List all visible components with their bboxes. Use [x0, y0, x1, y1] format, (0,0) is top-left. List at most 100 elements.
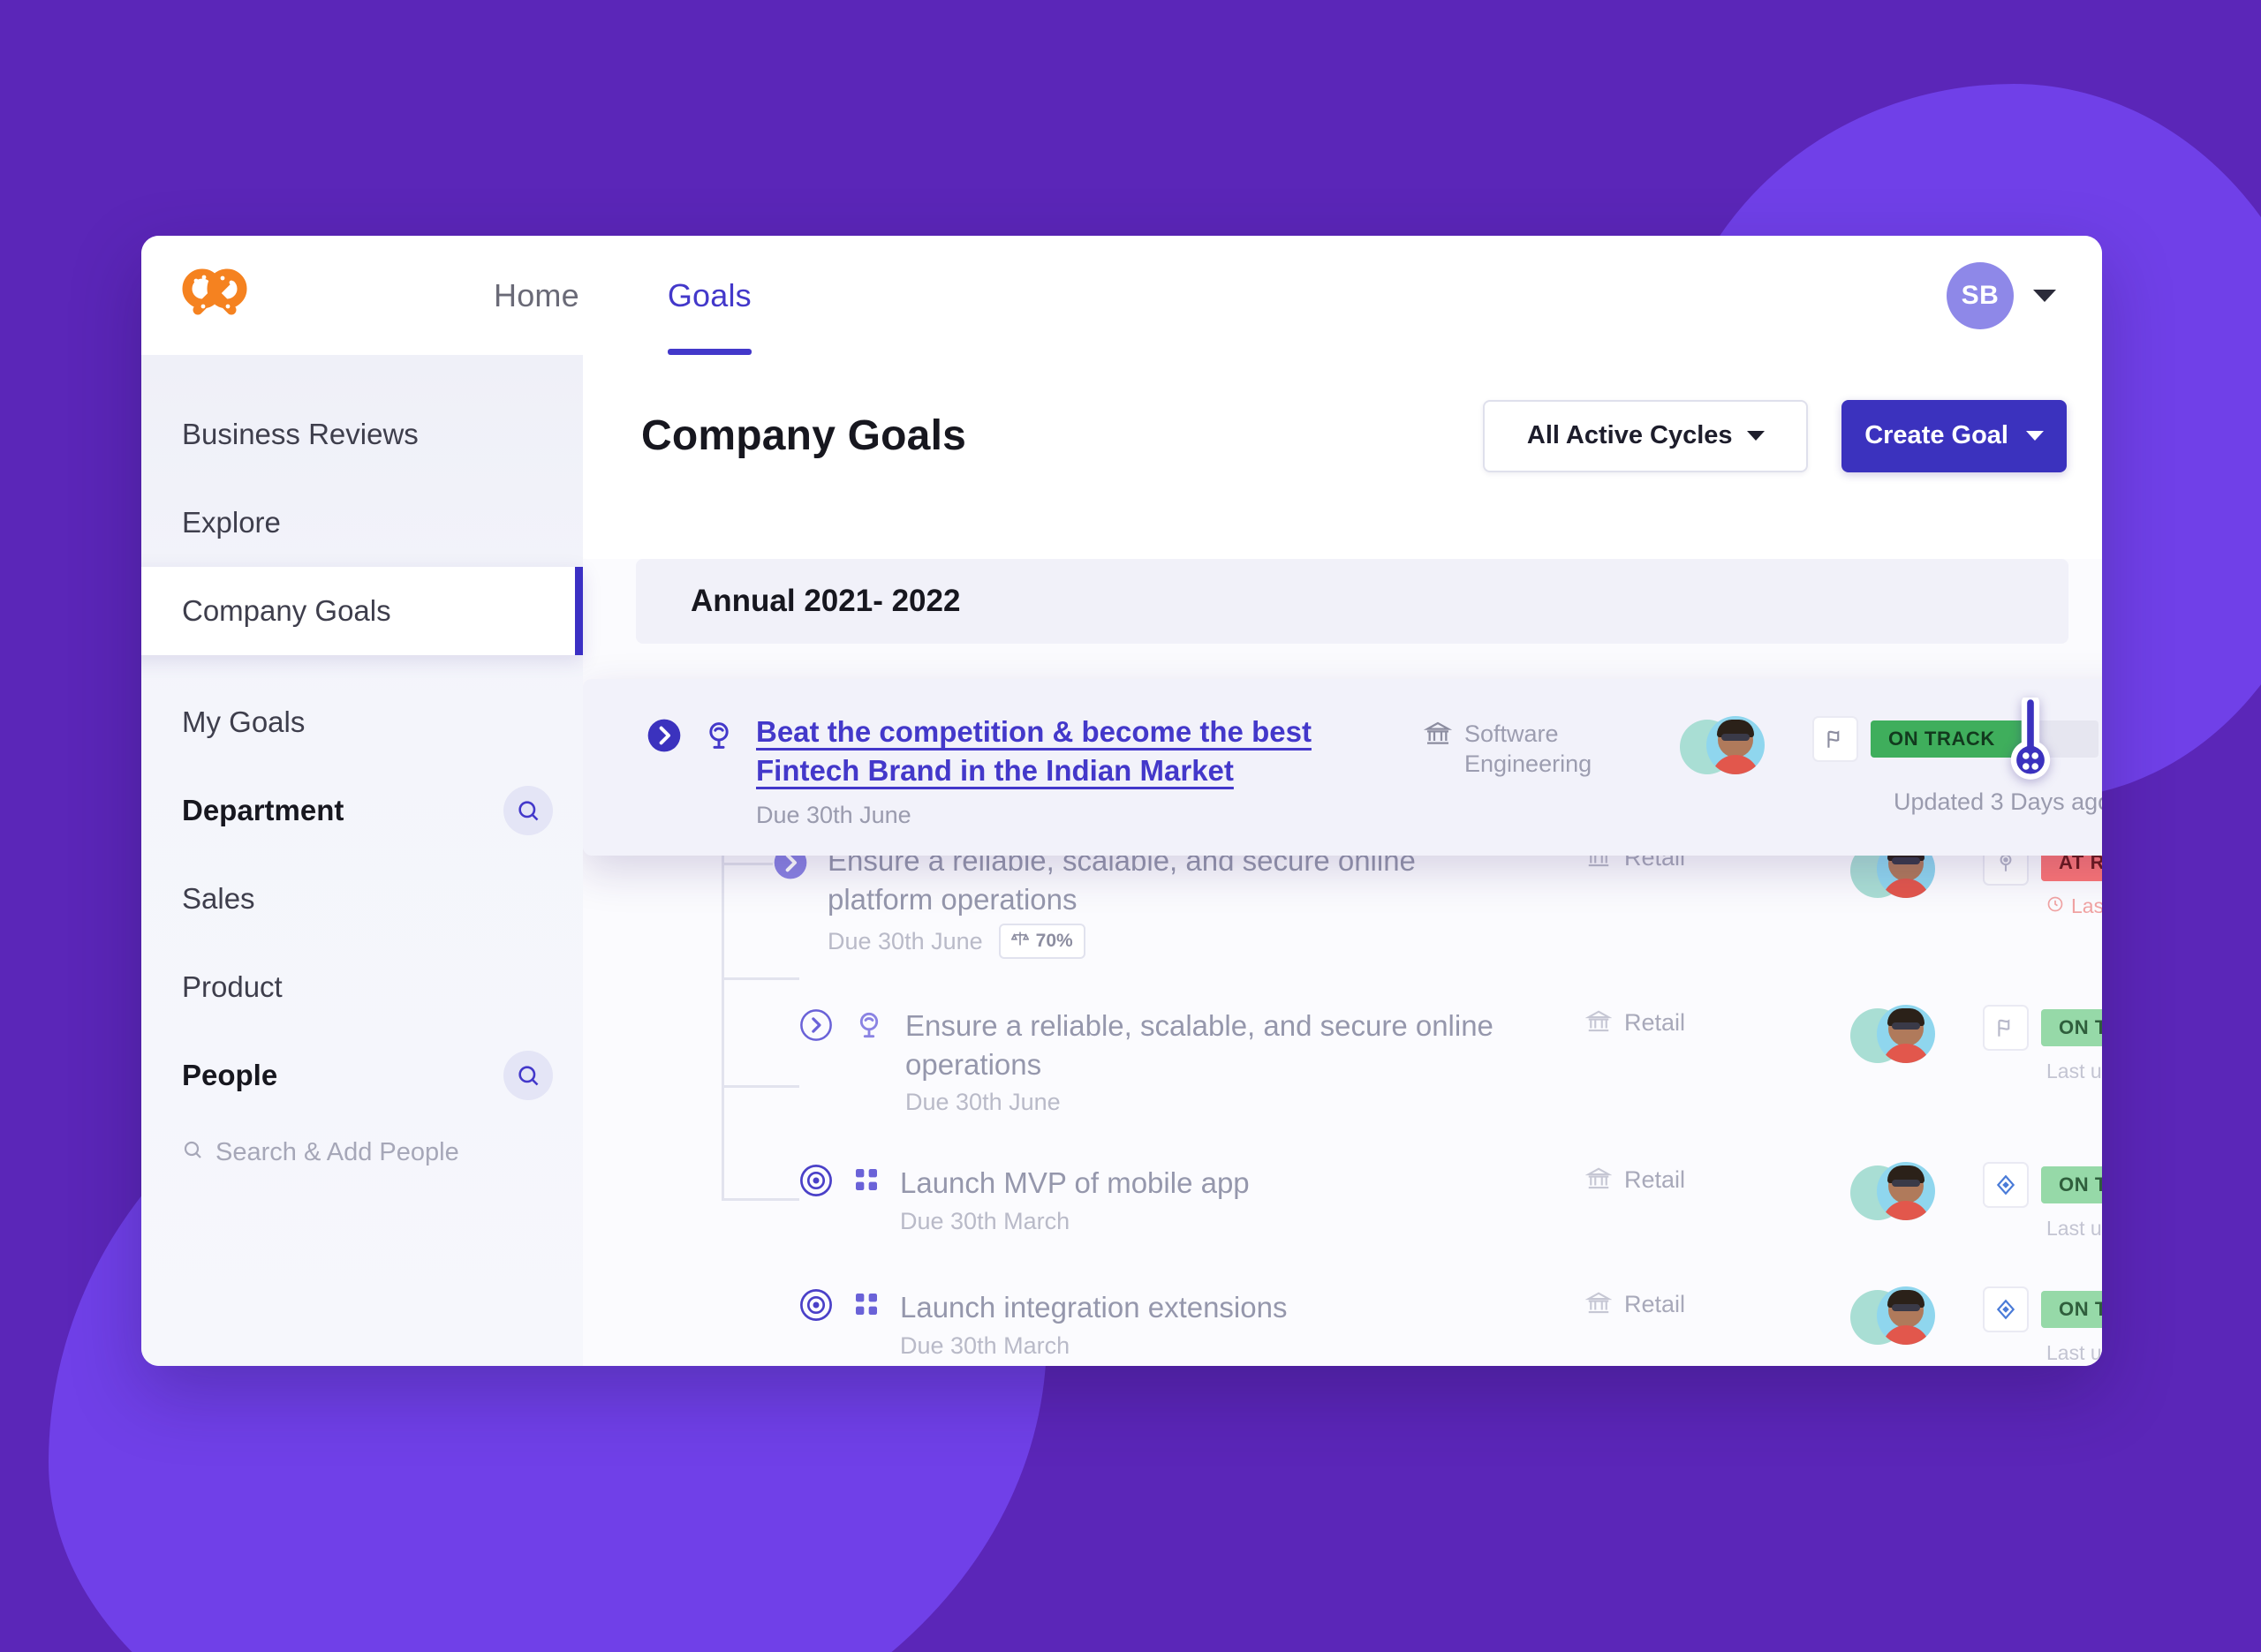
sidebar-item-my-goals[interactable]: My Goals — [141, 678, 583, 766]
sidebar-item-label: Sales — [182, 882, 255, 915]
goal-due-wrap: Due 30th March — [900, 1332, 1287, 1360]
create-goal-label: Create Goal — [1864, 421, 2008, 449]
goal-department: Retail — [1584, 1005, 1850, 1043]
goal-rows: Ensure a reliable, scalable, and secure … — [583, 644, 2102, 1366]
search-add-people-label: Search & Add People — [216, 1137, 459, 1166]
cycle-section-header: Annual 2021- 2022 — [636, 559, 2068, 644]
grid-icon — [852, 1286, 881, 1323]
goal-due-date: Due 30th June — [828, 927, 983, 954]
target-icon[interactable] — [799, 1162, 833, 1202]
goal-department-label: Retail — [1624, 1009, 1686, 1037]
grid-icon — [852, 1162, 881, 1198]
goal-title-wrap: Beat the competition & become the best F… — [756, 711, 1414, 829]
status-badge: ON TRACK — [2059, 1173, 2102, 1196]
goal-owner[interactable] — [1850, 1005, 1983, 1070]
goal-updated-label: Updated 3 Days ago — [1894, 788, 2102, 815]
goal-updated-label: Last updated : 24 days ago — [2071, 894, 2102, 917]
sidebar-divider — [141, 655, 583, 678]
objective-icon — [852, 1005, 886, 1046]
bank-icon — [1423, 720, 1453, 756]
goal-row-left: Ensure a reliable, scalable, and secure … — [773, 840, 1585, 960]
sidebar-item-company-goals[interactable]: Company Goals — [141, 567, 583, 655]
table-row[interactable]: Launch integration extensions Due 30th M… — [583, 1264, 2102, 1366]
goal-updated-label: Last updated : 5 days ago — [2046, 1341, 2102, 1365]
goal-row-left: Launch integration extensions Due 30th M… — [799, 1286, 1585, 1360]
goal-progress: ON TRACK 70% Last updated : 11 days ago — [1983, 1005, 2102, 1083]
sidebar-item-label: My Goals — [182, 705, 306, 738]
goal-progress-row: ON TRACK 43% — [1983, 1286, 2102, 1333]
tab-home[interactable]: Home — [494, 277, 579, 355]
bank-icon — [1584, 1290, 1613, 1324]
goal-department-label: Retail — [1624, 1291, 1686, 1318]
chevron-down-icon[interactable] — [2033, 289, 2056, 302]
chevron-right-outline-icon[interactable] — [799, 1005, 833, 1046]
goal-due-date: Due 30th June — [905, 1089, 1061, 1116]
objective-icon — [701, 711, 737, 758]
avatar-group — [1850, 1005, 1935, 1070]
goal-progress-row: ON TRACK — [1812, 693, 2102, 780]
goal-progress: ON TRACK 33% Last updated : 5 days ago — [1983, 1162, 2102, 1241]
goal-progress-row: ON TRACK 33% — [1983, 1162, 2102, 1209]
top-nav: Home Goals — [494, 236, 752, 355]
goal-title[interactable]: Ensure a reliable, scalable, and secure … — [905, 1007, 1506, 1083]
table-row-highlighted[interactable]: Beat the competition & become the best F… — [583, 679, 2102, 856]
sidebar: Business Reviews Explore Company Goals M… — [141, 355, 583, 1366]
sidebar-item-department[interactable]: Department — [141, 766, 583, 855]
goal-due-wrap: Due 30th June — [905, 1089, 1506, 1116]
page-title: Company Goals — [641, 412, 967, 459]
goal-department-label: Retail — [1624, 1166, 1686, 1194]
goal-updated-label: Last updated : 5 days ago — [2046, 1217, 2102, 1241]
cycles-filter-dropdown[interactable]: All Active Cycles — [1483, 399, 1809, 472]
progress-bar: ON TRACK — [2041, 1009, 2102, 1047]
tab-goals[interactable]: Goals — [667, 277, 752, 355]
sidebar-item-label: Company Goals — [182, 594, 391, 627]
top-bar-right: SB — [1947, 261, 2056, 329]
progress-thermometer-handle[interactable] — [2002, 693, 2059, 789]
sidebar-item-label: Explore — [182, 506, 281, 539]
goal-updated-wrap: Last updated : 5 days ago — [2046, 1341, 2102, 1365]
pretzel-logo-icon[interactable] — [178, 261, 251, 330]
create-goal-button[interactable]: Create Goal — [1841, 399, 2067, 472]
goal-title[interactable]: Launch MVP of mobile app — [900, 1164, 1250, 1203]
search-icon — [182, 1138, 203, 1167]
search-icon[interactable] — [503, 786, 553, 835]
goal-updated-wrap: Last updated : 11 days ago — [2046, 1060, 2102, 1083]
sidebar-item-business-reviews[interactable]: Business Reviews — [141, 390, 583, 479]
goal-title-wrap: Ensure a reliable, scalable, and secure … — [828, 840, 1481, 960]
search-icon[interactable] — [503, 1051, 553, 1100]
sidebar-item-sales[interactable]: Sales — [141, 855, 583, 943]
sidebar-item-people[interactable]: People — [141, 1031, 583, 1120]
avatar-primary — [1877, 1286, 1935, 1346]
goal-title[interactable]: Beat the competition & become the best F… — [756, 713, 1414, 789]
avatar[interactable]: SB — [1947, 261, 2014, 329]
goal-list-area: Annual 2021- 2022 Ensure a reliable, sca… — [583, 559, 2102, 1366]
goal-owner[interactable] — [1680, 711, 1812, 781]
table-row[interactable]: Ensure a reliable, scalable, and secure … — [583, 982, 2102, 1139]
search-add-people-link[interactable]: Search & Add People — [141, 1120, 583, 1185]
goal-due-wrap: Due 30th June — [756, 802, 1414, 829]
sidebar-item-label: Department — [182, 794, 344, 826]
goal-due-wrap: Due 30th March — [900, 1208, 1250, 1235]
table-row[interactable]: Launch MVP of mobile app Due 30th March … — [583, 1139, 2102, 1264]
goal-weight-value: 70% — [1035, 931, 1073, 952]
chevron-right-filled-icon[interactable] — [647, 711, 682, 758]
sidebar-item-product[interactable]: Product — [141, 943, 583, 1031]
target-icon[interactable] — [799, 1286, 833, 1326]
progress-bar: ON TRACK — [1871, 693, 2098, 780]
weight-scale-icon — [1010, 930, 1030, 953]
sidebar-item-explore[interactable]: Explore — [141, 479, 583, 567]
goal-row-left: Launch MVP of mobile app Due 30th March — [799, 1162, 1585, 1235]
goal-due-wrap: Due 30th June 70% — [828, 924, 1481, 960]
goal-due-date: Due 30th March — [900, 1207, 1070, 1234]
main-header: Company Goals All Active Cycles Create G… — [583, 355, 2102, 517]
goal-owner[interactable] — [1850, 1286, 1983, 1352]
goal-due-date: Due 30th June — [756, 802, 911, 829]
goal-department: Software Engineering — [1423, 711, 1680, 780]
goal-owner[interactable] — [1850, 1162, 1983, 1227]
goal-title[interactable]: Launch integration extensions — [900, 1288, 1287, 1327]
sidebar-item-label: People — [182, 1059, 278, 1091]
goal-department-label: Software Engineering — [1464, 720, 1592, 777]
app-window: Home Goals SB Business Reviews Explore C… — [141, 236, 2102, 1366]
goal-row-left: Beat the competition & become the best F… — [647, 711, 1424, 829]
bank-icon — [1584, 1008, 1613, 1043]
